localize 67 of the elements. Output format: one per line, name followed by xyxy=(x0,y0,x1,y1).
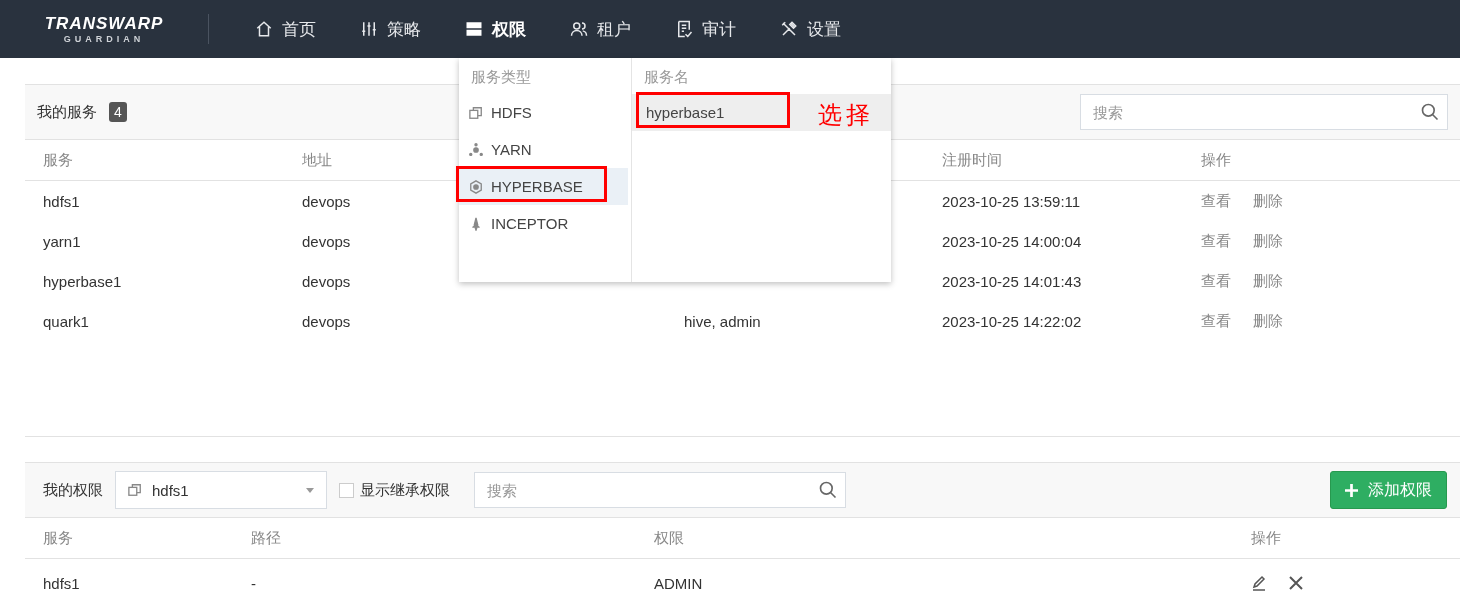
caret-icon xyxy=(306,487,314,493)
table-cell-text: quark1 xyxy=(43,312,90,330)
column-header: 服务 xyxy=(43,528,74,548)
table-cell-text: 2023-10-25 13:59:11 xyxy=(942,192,1082,210)
nav-item[interactable]: 首页 xyxy=(233,0,338,58)
table-cell-text: hdfs1 xyxy=(43,192,81,210)
nav-item[interactable]: 租户 xyxy=(548,0,653,58)
search-icon[interactable] xyxy=(1420,102,1440,122)
nav-item[interactable]: 权限 xyxy=(443,0,548,58)
column-header: 服务类型 xyxy=(470,67,532,87)
action-link[interactable]: 查看 xyxy=(1201,271,1231,289)
sliders-icon xyxy=(360,20,378,38)
table-cell-text: devops xyxy=(302,192,352,210)
menu-item[interactable]: hyperbase1 选择 xyxy=(632,94,891,131)
column-header: 操作 xyxy=(1201,150,1232,170)
table-cell-text: 2023-10-25 14:01:43 xyxy=(942,272,1083,290)
home-icon xyxy=(255,20,273,38)
action-link[interactable]: 删除 xyxy=(1253,271,1283,289)
action-link[interactable]: 查看 xyxy=(1201,231,1231,249)
logo-subtitle: GUARDIAN xyxy=(63,34,145,44)
column-header: 注册时间 xyxy=(942,150,1003,170)
close-icon[interactable] xyxy=(1289,576,1303,590)
action-link[interactable]: 查看 xyxy=(1201,191,1231,209)
table-cell-text: 2023-10-25 14:00:04 xyxy=(942,232,1083,250)
table-cell-text: devops xyxy=(302,232,352,250)
table-cell-text: hyperbase1 xyxy=(43,272,123,290)
document-check-icon xyxy=(675,20,693,38)
stacked-squares-icon xyxy=(128,483,142,497)
dots-cluster-icon xyxy=(469,142,483,157)
nav-item[interactable]: 策略 xyxy=(338,0,443,58)
edit-icon[interactable] xyxy=(1251,575,1267,591)
section-title: 我的权限 xyxy=(43,480,103,500)
menu-item[interactable]: HYPERBASE xyxy=(459,168,628,205)
plus-icon xyxy=(1345,483,1358,497)
search-field[interactable]: 搜索 xyxy=(1080,94,1448,130)
inherit-checkbox[interactable]: 显示继承权限 xyxy=(339,480,450,500)
hexagon-icon xyxy=(469,179,483,194)
server-icon xyxy=(465,20,483,38)
column-header: 服务名 xyxy=(643,67,690,87)
count-badge: 4 xyxy=(109,102,127,122)
search-icon[interactable] xyxy=(818,480,838,500)
stacked-squares-icon xyxy=(469,105,483,120)
table-cell-text: ADMIN xyxy=(654,574,704,592)
table-cell-text: 2023-10-25 14:22:02 xyxy=(942,312,1083,330)
section-title: 我的服务 xyxy=(37,102,97,122)
action-link[interactable]: 删除 xyxy=(1253,231,1283,249)
users-icon xyxy=(570,20,588,38)
table-cell-text: yarn1 xyxy=(43,232,82,250)
table-cell-text: hive, admin xyxy=(684,312,762,330)
service-select[interactable]: hdfs1 xyxy=(115,471,327,509)
column-header: 操作 xyxy=(1251,528,1282,548)
tools-icon xyxy=(780,20,798,38)
table-cell-text: devops xyxy=(302,312,352,330)
column-header: 路径 xyxy=(251,528,282,548)
nav-item[interactable]: 设置 xyxy=(758,0,863,58)
action-link[interactable]: 删除 xyxy=(1253,311,1283,329)
action-link[interactable]: 删除 xyxy=(1253,191,1283,209)
annotation-text: 选择 xyxy=(818,100,874,131)
column-header: 权限 xyxy=(654,528,685,548)
table-cell-text: hdfs1 xyxy=(43,574,81,592)
search-field[interactable]: 搜索 xyxy=(474,472,846,508)
logo-title: TRANSWARP xyxy=(44,14,164,34)
action-link[interactable]: 查看 xyxy=(1201,311,1231,329)
table-cell-text: - xyxy=(251,574,257,592)
column-header: 服务 xyxy=(43,150,74,170)
table-cell-text: devops xyxy=(302,272,352,290)
nav-item[interactable]: 审计 xyxy=(653,0,758,58)
